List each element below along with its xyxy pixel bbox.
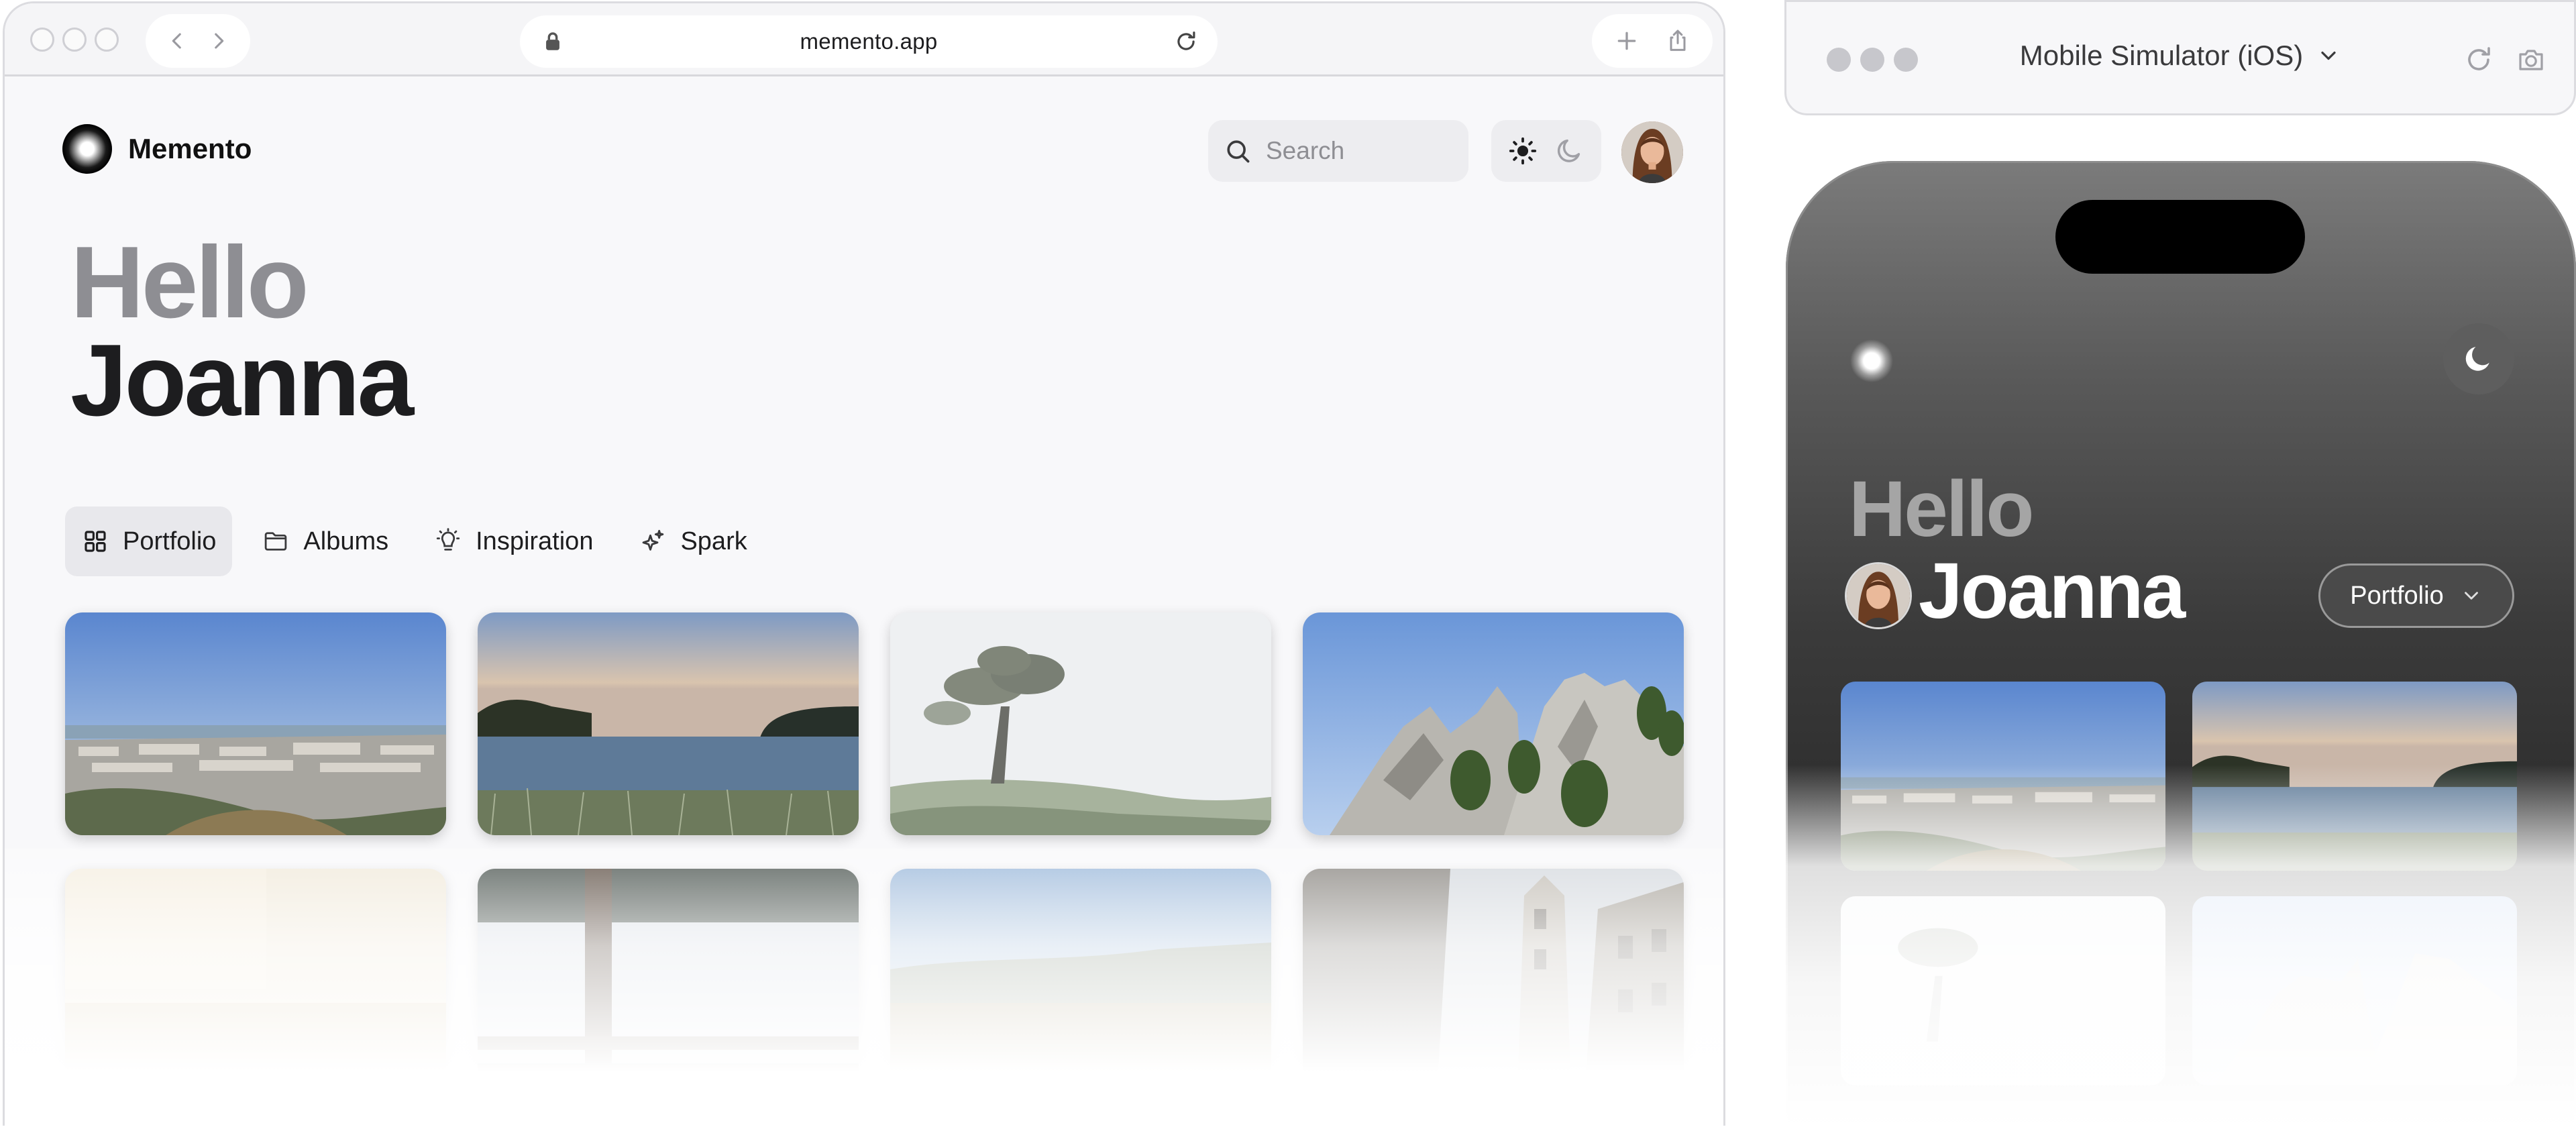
tab-albums[interactable]: Albums <box>246 506 405 576</box>
tab-inspiration-label: Inspiration <box>476 527 594 555</box>
address-bar[interactable]: memento.app <box>520 15 1218 68</box>
close-window-button[interactable] <box>30 28 54 52</box>
moon-icon[interactable] <box>1554 136 1585 166</box>
photo-lake-sunset[interactable] <box>478 612 859 835</box>
mobile-user-avatar[interactable] <box>1845 562 1912 629</box>
lightbulb-icon <box>436 528 460 551</box>
memento-logo-icon <box>62 124 112 174</box>
city-photo-icon <box>65 612 446 835</box>
new-tab-icon[interactable] <box>1613 28 1640 54</box>
mobile-user-name-heading: Joanna <box>1919 547 2186 635</box>
tab-portfolio[interactable]: Portfolio <box>65 506 233 576</box>
sparkles-icon <box>643 529 664 551</box>
memento-logo-icon[interactable] <box>1850 339 1893 382</box>
dynamic-island <box>2055 200 2305 274</box>
greeting-text: Hello <box>70 225 309 339</box>
tab-portfolio-label: Portfolio <box>123 527 217 555</box>
simulator-actions <box>2463 44 2547 76</box>
minimize-window-button[interactable] <box>62 28 87 52</box>
simulator-device-select[interactable]: Mobile Simulator (iOS) <box>1786 40 2574 72</box>
user-portrait-icon <box>1847 564 1910 627</box>
chevron-down-icon <box>2464 592 2478 600</box>
section-tabs: Portfolio Albums Inspiration Spark <box>65 506 763 576</box>
maximize-window-button[interactable] <box>95 28 119 52</box>
back-arrow-icon[interactable] <box>166 30 189 52</box>
simulator-toolbar: Mobile Simulator (iOS) <box>1784 0 2576 115</box>
portfolio-dropdown-label: Portfolio <box>2350 581 2444 610</box>
browser-toolbar: memento.app <box>5 3 1723 76</box>
moon-icon <box>2465 347 2489 371</box>
folder-icon <box>265 532 287 551</box>
reload-icon[interactable] <box>1173 29 1199 54</box>
photo-city-view[interactable] <box>65 612 446 835</box>
url-text: memento.app <box>800 29 938 54</box>
tree-photo-icon <box>890 612 1271 835</box>
tab-spark-label: Spark <box>680 527 747 555</box>
search-box[interactable] <box>1208 120 1468 182</box>
bottom-fade-overlay <box>5 849 1723 1126</box>
reload-icon[interactable] <box>2463 44 2495 76</box>
phone-screen: Hello Joanna Portfolio <box>1786 161 2576 1127</box>
share-icon[interactable] <box>1664 28 1691 54</box>
forward-arrow-icon[interactable] <box>207 30 230 52</box>
mobile-greeting-text: Hello <box>1849 465 2034 553</box>
search-input[interactable] <box>1266 137 1454 165</box>
navigation-controls <box>146 14 250 68</box>
sun-icon[interactable] <box>1507 136 1538 166</box>
app-name: Memento <box>128 133 252 164</box>
dark-mode-button[interactable] <box>2443 323 2514 394</box>
simulator-title: Mobile Simulator (iOS) <box>2019 40 2304 71</box>
mountain-photo-icon <box>1303 612 1684 835</box>
browser-window: memento.app Memento Search Hello Joanna … <box>3 1 1725 1126</box>
lake-photo-icon <box>478 612 859 835</box>
photo-foggy-tree[interactable] <box>890 612 1271 835</box>
chevron-down-icon <box>2321 51 2336 60</box>
browser-actions <box>1592 14 1713 68</box>
lock-icon <box>546 32 559 50</box>
camera-icon[interactable] <box>2515 44 2547 76</box>
theme-toggle <box>1491 120 1601 182</box>
tab-albums-label: Albums <box>303 527 389 555</box>
search-icon <box>1227 140 1250 163</box>
grid-icon <box>85 531 106 552</box>
user-avatar[interactable] <box>1621 121 1683 183</box>
user-portrait-icon <box>1621 121 1683 183</box>
photo-rocky-peaks[interactable] <box>1303 612 1684 835</box>
app-logo[interactable]: Memento <box>62 124 252 174</box>
window-controls <box>30 28 119 52</box>
portfolio-dropdown[interactable]: Portfolio <box>2318 564 2514 628</box>
user-name-heading: Joanna <box>70 323 414 437</box>
tab-inspiration[interactable]: Inspiration <box>418 506 609 576</box>
mobile-bottom-fade-overlay <box>1786 765 2576 1127</box>
tab-spark[interactable]: Spark <box>623 506 763 576</box>
